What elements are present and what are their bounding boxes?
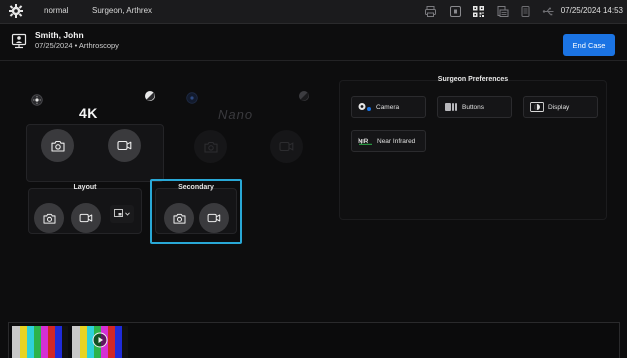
surgeon-preferences-title: Surgeon Preferences [437,76,509,83]
color-bar [121,326,128,358]
picture-in-picture-icon [114,209,123,217]
camera-icon [42,213,56,224]
color-bar [107,326,115,358]
datetime-label: 07/25/2024 14:53 [560,6,623,15]
qr-code-icon[interactable] [472,5,485,18]
color-bar [12,326,20,358]
color-bar [79,326,87,358]
camera-nano-panel: Nano [180,88,322,180]
preferences-display-label: Display [548,103,570,111]
layout-label: Layout [73,184,97,191]
play-icon[interactable] [92,332,108,348]
color-bar [33,326,41,358]
printer-icon[interactable] [424,5,437,18]
video-camera-icon [117,140,132,151]
near-infrared-icon [358,137,373,145]
captured-video-thumbnail[interactable] [72,326,128,358]
white-balance-icon[interactable] [298,90,310,102]
camera-head-icon [358,103,371,111]
usb-icon[interactable] [542,5,555,18]
layout-record-video-button[interactable] [71,203,101,233]
capture-photo-button[interactable] [41,129,74,162]
gear-icon[interactable] [8,3,24,19]
preferences-buttons-label: Buttons [462,103,485,111]
video-camera-icon [279,141,294,152]
camera-buttons-icon [445,103,457,111]
camera-icon [50,140,65,152]
camera-nano-title: Nano [218,107,254,122]
preferences-camera-button[interactable]: Camera [351,96,426,118]
capture-photo-button[interactable] [194,130,227,163]
preferences-buttons-button[interactable]: Buttons [437,96,512,118]
storage-icon[interactable] [519,5,532,18]
preferences-near-infrared-button[interactable]: Near Infrared [351,130,426,152]
color-bar [54,326,62,358]
color-bar [72,326,80,358]
light-source-icon[interactable] [31,94,43,106]
camera-4k-title: 4K [79,105,98,121]
captured-image-thumbnail[interactable] [12,326,68,358]
color-bar [40,326,48,358]
patient-details: 07/25/2024 • Arthroscopy [35,41,119,50]
record-video-button[interactable] [270,130,303,163]
header-divider [0,60,627,61]
patient-monitor-icon [11,33,27,49]
layout-capture-photo-button[interactable] [34,203,64,233]
profile-label[interactable]: Surgeon, Arthrex [92,6,152,15]
white-balance-icon[interactable] [144,90,156,102]
status-bar: normal Surgeon, Arthrex 07/25/2024 14:53 [0,0,627,24]
document-icon[interactable] [496,5,509,18]
secondary-selection-highlight [150,179,242,244]
chevron-down-icon [125,212,130,216]
preferences-camera-label: Camera [376,103,400,111]
camera-4k-panel: 4K [24,88,166,182]
mode-label[interactable]: normal [44,6,68,15]
preferences-near-infrared-label: Near Infrared [377,137,416,145]
color-bar [61,326,68,358]
video-camera-icon [79,213,93,223]
display-icon [530,102,544,112]
layout-select-dropdown[interactable] [110,205,134,223]
camera-icon [203,141,218,153]
light-source-icon[interactable] [186,92,198,104]
preferences-display-button[interactable]: Display [523,96,598,118]
color-bar [114,326,122,358]
record-video-button[interactable] [108,129,141,162]
color-bar [19,326,27,358]
color-bar [47,326,55,358]
record-icon[interactable] [449,5,462,18]
color-bar [26,326,34,358]
end-case-button[interactable]: End Case [563,34,615,56]
patient-name: Smith, John [35,30,84,40]
